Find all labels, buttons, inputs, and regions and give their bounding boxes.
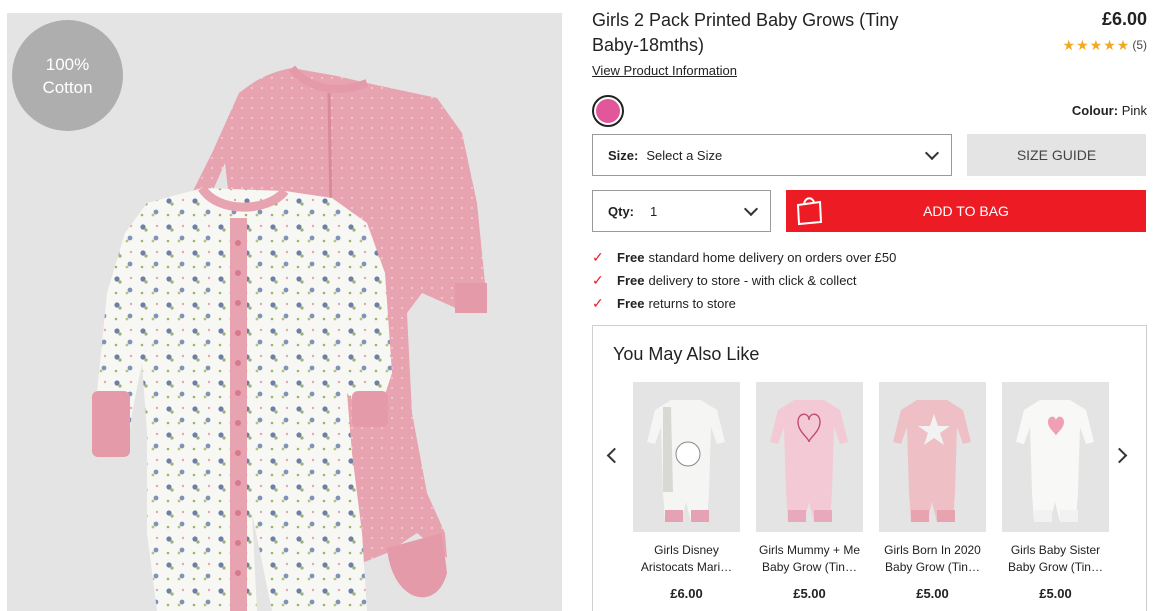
colour-value: Pink — [1121, 103, 1147, 118]
rating[interactable]: ★ ★ ★ ★ ★ (5) — [1063, 37, 1147, 53]
perk-bold: Free — [617, 273, 645, 288]
ymal-price: £6.00 — [670, 586, 703, 601]
badge-line-1: 100% — [45, 54, 90, 74]
product-price: £6.00 — [1101, 9, 1147, 29]
perk-text: returns to store — [648, 296, 736, 311]
colour-indicator: Colour: Pink — [1072, 103, 1147, 118]
ymal-name: Girls Baby Sister Baby Grow (Tin… — [1008, 543, 1103, 574]
badge-line-2: Cotton — [42, 77, 93, 97]
ymal-card[interactable]: Girls Disney Aristocats Mari… £6.00 — [633, 382, 740, 601]
star-icon: ★ — [1089, 37, 1103, 53]
size-select[interactable]: Size: Select a Size — [592, 134, 952, 176]
ymal-card[interactable]: Girls Born In 2020 Baby Grow (Tin… £5.00 — [879, 382, 986, 601]
delivery-perks: ✓ Free standard home delivery on orders … — [592, 246, 896, 315]
ymal-name: Girls Born In 2020 Baby Grow (Tin… — [884, 543, 981, 574]
chevron-right-icon[interactable] — [1111, 447, 1128, 464]
ymal-price: £5.00 — [1039, 586, 1072, 601]
chevron-left-icon[interactable] — [606, 447, 623, 464]
check-icon: ✓ — [592, 272, 604, 288]
qty-select[interactable]: Qty: 1 — [592, 190, 771, 232]
add-to-bag-label: ADD TO BAG — [923, 203, 1009, 219]
ymal-thumb — [879, 382, 986, 532]
view-product-info-link[interactable]: View Product Information — [592, 63, 737, 78]
you-may-also-like: You May Also Like Girls Disney Aristocat… — [592, 325, 1147, 611]
product-image[interactable]: 100% Cotton — [7, 13, 562, 611]
star-icon: ★ — [1062, 37, 1076, 53]
chevron-down-icon — [924, 145, 940, 161]
perk-bold: Free — [617, 250, 645, 265]
ymal-price: £5.00 — [916, 586, 949, 601]
chevron-down-icon — [743, 201, 759, 217]
perk-text: standard home delivery on orders over £5… — [648, 250, 897, 265]
ymal-price: £5.00 — [793, 586, 826, 601]
baby-grow-thumb — [893, 400, 971, 522]
ymal-thumb — [756, 382, 863, 532]
star-icon: ★ — [1116, 37, 1130, 53]
qty-value: 1 — [650, 203, 658, 219]
perk-item: ✓ Free standard home delivery on orders … — [592, 246, 896, 269]
product-title: Girls 2 Pack Printed Baby Grows (Tiny Ba… — [592, 10, 899, 55]
qty-label: Qty: — [608, 203, 634, 219]
perk-item: ✓ Free returns to store — [592, 292, 896, 315]
size-value: Select a Size — [646, 147, 723, 163]
star-icon: ★ — [1076, 37, 1089, 53]
colour-swatch-pink[interactable] — [592, 95, 624, 127]
ymal-card[interactable]: Girls Baby Sister Baby Grow (Tin… £5.00 — [1002, 382, 1109, 601]
swatch-dot — [596, 99, 620, 123]
ymal-name: Girls Mummy + Me Baby Grow (Tin… — [758, 543, 860, 574]
baby-grow-thumb — [1016, 400, 1094, 522]
ymal-thumb — [1002, 382, 1109, 532]
shopping-bag-icon — [796, 197, 823, 226]
baby-grow-thumb — [647, 400, 725, 522]
cotton-badge: 100% Cotton — [12, 20, 123, 131]
check-icon: ✓ — [592, 249, 604, 265]
size-guide-button[interactable]: SIZE GUIDE — [967, 134, 1146, 176]
ymal-title: You May Also Like — [613, 344, 760, 364]
add-to-bag-button[interactable]: ADD TO BAG — [786, 190, 1146, 232]
ymal-thumb — [633, 382, 740, 532]
rating-count[interactable]: (5) — [1132, 38, 1147, 52]
perk-text: delivery to store - with click & collect — [648, 273, 857, 288]
colour-label: Colour: — [1071, 103, 1119, 118]
ymal-name: Girls Disney Aristocats Mari… — [640, 543, 733, 574]
size-label: Size: — [608, 147, 639, 163]
perk-bold: Free — [617, 296, 645, 311]
baby-grow-thumb — [770, 400, 848, 522]
perk-item: ✓ Free delivery to store - with click & … — [592, 269, 896, 292]
ymal-card[interactable]: Girls Mummy + Me Baby Grow (Tin… £5.00 — [756, 382, 863, 601]
check-icon: ✓ — [592, 295, 604, 311]
star-icon: ★ — [1103, 37, 1116, 53]
